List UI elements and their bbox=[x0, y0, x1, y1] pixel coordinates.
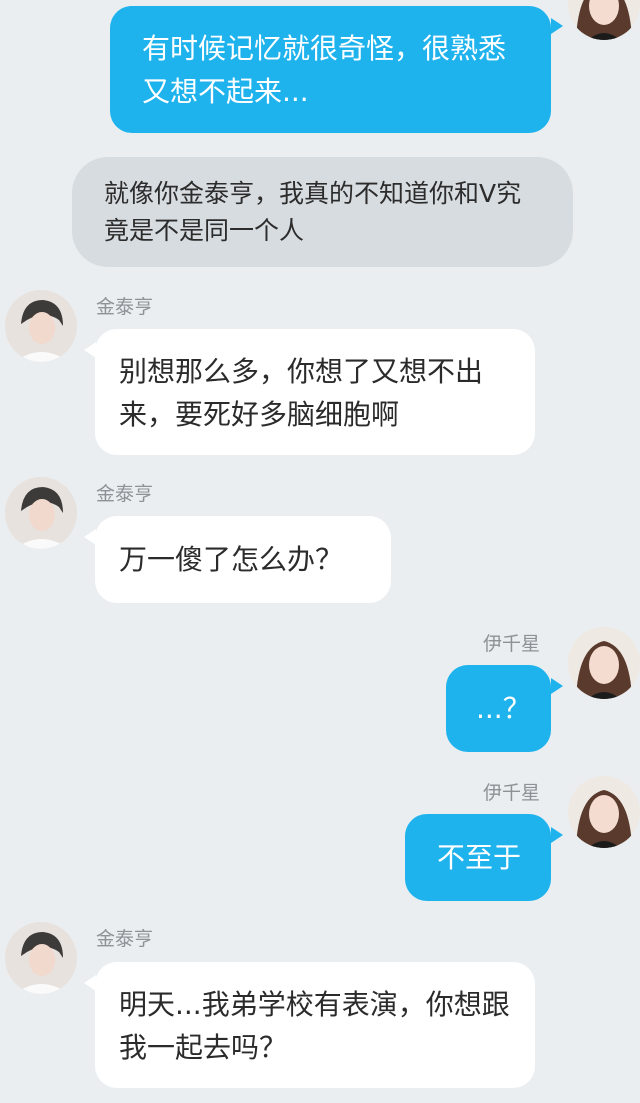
avatar-other[interactable] bbox=[5, 922, 77, 994]
sender-name: 伊千星 bbox=[483, 782, 541, 804]
avatar-me[interactable] bbox=[568, 776, 640, 848]
message-text: 明天...我弟学校有表演，你想跟我一起去吗？ bbox=[119, 988, 510, 1064]
message-bubble-incoming[interactable]: 明天...我弟学校有表演，你想跟我一起去吗？ bbox=[95, 962, 535, 1088]
avatar-me[interactable] bbox=[568, 627, 640, 699]
avatar-other[interactable] bbox=[5, 290, 77, 362]
sender-name: 伊千星 bbox=[483, 633, 541, 655]
message-bubble-outgoing[interactable]: 不至于 bbox=[405, 814, 551, 901]
avatar-other[interactable] bbox=[5, 477, 77, 549]
message-text: 万一傻了怎么办？ bbox=[119, 543, 344, 576]
message-text: 有时候记忆就很奇怪，很熟悉又想不起来... bbox=[142, 32, 507, 108]
bubble-tail bbox=[84, 529, 96, 545]
sender-name: 金泰亨 bbox=[96, 483, 154, 505]
narration-bubble: 就像你金泰亨，我真的不知道你和V究竟是不是同一个人 bbox=[72, 157, 573, 267]
bubble-tail bbox=[551, 827, 563, 843]
message-text: 不至于 bbox=[437, 841, 522, 874]
message-bubble-incoming[interactable]: 万一傻了怎么办？ bbox=[95, 516, 391, 603]
sender-name: 金泰亨 bbox=[96, 296, 154, 318]
avatar-me[interactable] bbox=[568, 0, 640, 40]
bubble-tail bbox=[551, 678, 563, 694]
bubble-tail bbox=[84, 342, 96, 358]
narration-text: 就像你金泰亨，我真的不知道你和V究竟是不是同一个人 bbox=[104, 179, 522, 245]
message-text: 别想那么多，你想了又想不出来，要死好多脑细胞啊 bbox=[119, 355, 484, 431]
message-bubble-outgoing[interactable]: 有时候记忆就很奇怪，很熟悉又想不起来... bbox=[110, 6, 551, 133]
message-bubble-incoming[interactable]: 别想那么多，你想了又想不出来，要死好多脑细胞啊 bbox=[95, 329, 535, 455]
message-bubble-outgoing[interactable]: ...？ bbox=[446, 665, 551, 752]
bubble-tail bbox=[84, 975, 96, 991]
sender-name: 金泰亨 bbox=[96, 928, 154, 950]
bubble-tail bbox=[551, 18, 563, 34]
message-text: ...？ bbox=[476, 692, 531, 725]
